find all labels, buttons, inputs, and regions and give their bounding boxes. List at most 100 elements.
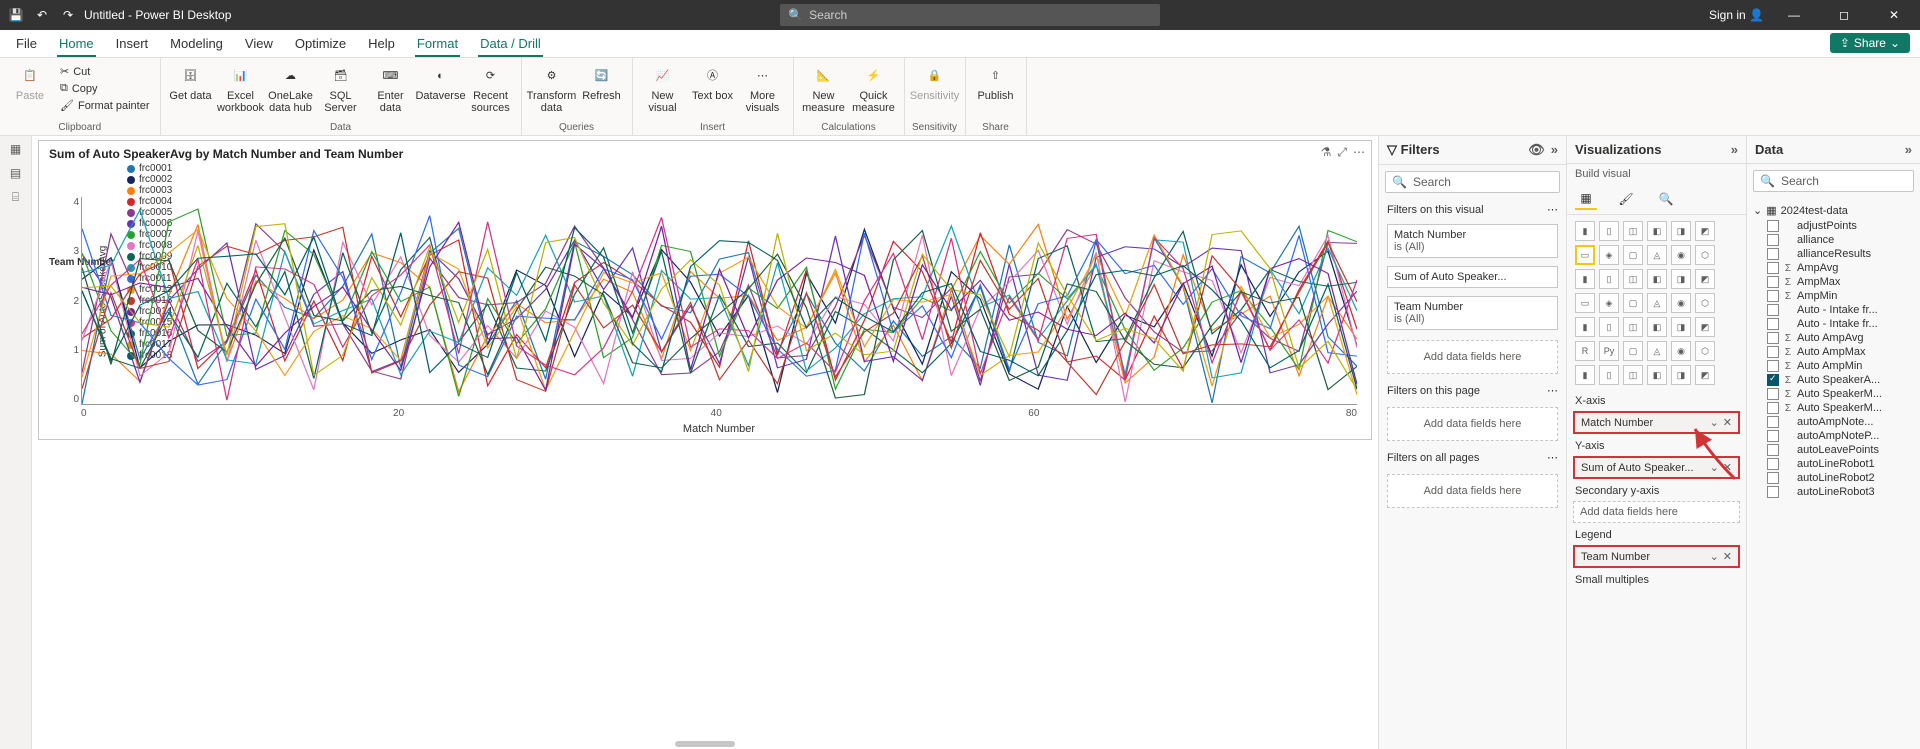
data-field-row[interactable]: Auto - Intake fr... — [1753, 317, 1914, 331]
redo-icon[interactable]: ↷ — [58, 5, 78, 25]
window-maximize-icon[interactable]: ◻ — [1824, 8, 1864, 22]
collapse-icon[interactable]: » — [1731, 142, 1738, 157]
checkbox[interactable] — [1767, 444, 1779, 456]
visual-type-icon[interactable]: ◩ — [1695, 221, 1715, 241]
window-close-icon[interactable]: ✕ — [1874, 8, 1914, 22]
visual-type-icon[interactable]: ◉ — [1671, 341, 1691, 361]
visual-type-icon[interactable]: ▯ — [1599, 221, 1619, 241]
visual-type-icon[interactable]: ◧ — [1647, 269, 1667, 289]
visual-type-icon[interactable]: ▯ — [1599, 365, 1619, 385]
data-field-row[interactable]: ΣAmpAvg — [1753, 261, 1914, 275]
menu-format[interactable]: Format — [415, 32, 460, 57]
data-field-row[interactable]: ΣAuto SpeakerA... — [1753, 373, 1914, 387]
visual-type-icon[interactable]: ◬ — [1647, 341, 1667, 361]
checkbox[interactable] — [1767, 388, 1779, 400]
analytics-tab[interactable]: 🔍 — [1655, 188, 1677, 210]
visual-type-icon[interactable]: ▭ — [1575, 245, 1595, 265]
visual-type-icon[interactable]: ◨ — [1671, 317, 1691, 337]
cut-button[interactable]: ✂Cut — [56, 64, 154, 79]
visual-type-icon[interactable]: ◩ — [1695, 269, 1715, 289]
visual-type-icon[interactable]: ▢ — [1623, 245, 1643, 265]
checkbox[interactable] — [1767, 486, 1779, 498]
checkbox[interactable] — [1767, 458, 1779, 470]
filter-card-auto-speaker[interactable]: Sum of Auto Speaker... — [1387, 266, 1558, 288]
refresh-button[interactable]: 🔄Refresh — [578, 60, 626, 102]
checkbox[interactable] — [1767, 332, 1779, 344]
data-field-row[interactable]: autoLineRobot2 — [1753, 471, 1914, 485]
visual-type-icon[interactable]: ▮ — [1575, 221, 1595, 241]
add-page-filter-dropzone[interactable]: Add data fields here — [1387, 407, 1558, 441]
add-visual-filter-dropzone[interactable]: Add data fields here — [1387, 340, 1558, 374]
data-table[interactable]: ⌄▦2024test-data — [1753, 202, 1914, 219]
checkbox[interactable] — [1767, 248, 1779, 260]
chevron-down-icon[interactable]: ⌄ — [1710, 550, 1719, 563]
get-data-button[interactable]: 🗄Get data — [167, 60, 215, 102]
visual-type-icon[interactable]: ◨ — [1671, 221, 1691, 241]
share-button[interactable]: ⇪ Share ⌄ — [1830, 33, 1910, 53]
checkbox[interactable] — [1767, 402, 1779, 414]
checkbox[interactable] — [1767, 346, 1779, 358]
transform-data-button[interactable]: ⚙Transform data — [528, 60, 576, 114]
eye-icon[interactable]: 👁 — [1528, 142, 1545, 158]
data-field-row[interactable]: Auto - Intake fr... — [1753, 303, 1914, 317]
visual-type-icon[interactable]: ◉ — [1671, 293, 1691, 313]
data-search[interactable]: 🔍Search — [1753, 170, 1914, 192]
visual-type-icon[interactable]: ◨ — [1671, 365, 1691, 385]
chart-visual[interactable]: ⚗ ⤢ ⋯ Sum of Auto SpeakerAvg by Match Nu… — [38, 140, 1372, 440]
y-axis-field[interactable]: Sum of Auto Speaker...⌄✕ — [1573, 456, 1740, 479]
visual-type-icon[interactable]: ▭ — [1575, 293, 1595, 313]
data-field-row[interactable]: ΣAuto AmpMin — [1753, 359, 1914, 373]
checkbox[interactable] — [1767, 374, 1779, 386]
visual-type-icon[interactable]: ◫ — [1623, 269, 1643, 289]
visual-type-icon[interactable]: ▯ — [1599, 317, 1619, 337]
onelake-button[interactable]: ☁OneLake data hub — [267, 60, 315, 114]
visual-type-icon[interactable]: ◧ — [1647, 221, 1667, 241]
remove-icon[interactable]: ✕ — [1723, 461, 1732, 474]
data-field-row[interactable]: autoLineRobot1 — [1753, 457, 1914, 471]
undo-icon[interactable]: ↶ — [32, 5, 52, 25]
remove-icon[interactable]: ✕ — [1723, 550, 1732, 563]
report-view-icon[interactable]: ▦ — [10, 142, 21, 156]
copy-button[interactable]: ⧉Copy — [56, 81, 154, 96]
horizontal-scrollbar[interactable] — [675, 741, 735, 747]
save-icon[interactable]: 💾 — [6, 5, 26, 25]
visual-type-icon[interactable]: ◧ — [1647, 365, 1667, 385]
visual-type-icon[interactable]: ⬡ — [1695, 341, 1715, 361]
visual-type-icon[interactable]: ◩ — [1695, 317, 1715, 337]
visual-type-icon[interactable]: ⬡ — [1695, 293, 1715, 313]
checkbox[interactable] — [1767, 262, 1779, 274]
checkbox[interactable] — [1767, 234, 1779, 246]
visual-type-icon[interactable]: ◧ — [1647, 317, 1667, 337]
visual-type-icon[interactable]: ▯ — [1599, 269, 1619, 289]
remove-icon[interactable]: ✕ — [1723, 416, 1732, 429]
window-minimize-icon[interactable]: — — [1774, 8, 1814, 22]
sign-in-button[interactable]: Sign in 👤 — [1709, 8, 1764, 22]
visual-type-icon[interactable]: ◉ — [1671, 245, 1691, 265]
visual-type-icon[interactable]: ◬ — [1647, 293, 1667, 313]
legend-item[interactable]: frc0003 — [127, 185, 172, 196]
visual-type-icon[interactable]: ⬡ — [1695, 245, 1715, 265]
menu-data-drill[interactable]: Data / Drill — [478, 32, 543, 57]
menu-view[interactable]: View — [243, 32, 275, 55]
checkbox[interactable] — [1767, 430, 1779, 442]
checkbox[interactable] — [1767, 472, 1779, 484]
visual-type-icon[interactable]: Py — [1599, 341, 1619, 361]
excel-button[interactable]: 📊Excel workbook — [217, 60, 265, 114]
visual-type-icon[interactable]: ◨ — [1671, 269, 1691, 289]
filter-icon[interactable]: ⚗ — [1321, 145, 1332, 160]
menu-home[interactable]: Home — [57, 32, 96, 57]
checkbox[interactable] — [1767, 290, 1779, 302]
more-icon[interactable]: ⋯ — [1547, 203, 1558, 216]
data-field-row[interactable]: ΣAmpMin — [1753, 289, 1914, 303]
visual-type-icon[interactable]: ◫ — [1623, 221, 1643, 241]
more-icon[interactable]: ⋯ — [1547, 384, 1558, 397]
quick-measure-button[interactable]: ⚡Quick measure — [850, 60, 898, 114]
data-field-row[interactable]: autoAmpNote... — [1753, 415, 1914, 429]
legend-item[interactable]: frc0002 — [127, 174, 172, 185]
data-field-row[interactable]: autoLeavePoints — [1753, 443, 1914, 457]
report-canvas[interactable]: ⚗ ⤢ ⋯ Sum of Auto SpeakerAvg by Match Nu… — [32, 136, 1378, 749]
checkbox[interactable] — [1767, 276, 1779, 288]
menu-file[interactable]: File — [14, 32, 39, 55]
visual-type-icon[interactable]: ▮ — [1575, 269, 1595, 289]
more-icon[interactable]: ⋯ — [1547, 451, 1558, 464]
